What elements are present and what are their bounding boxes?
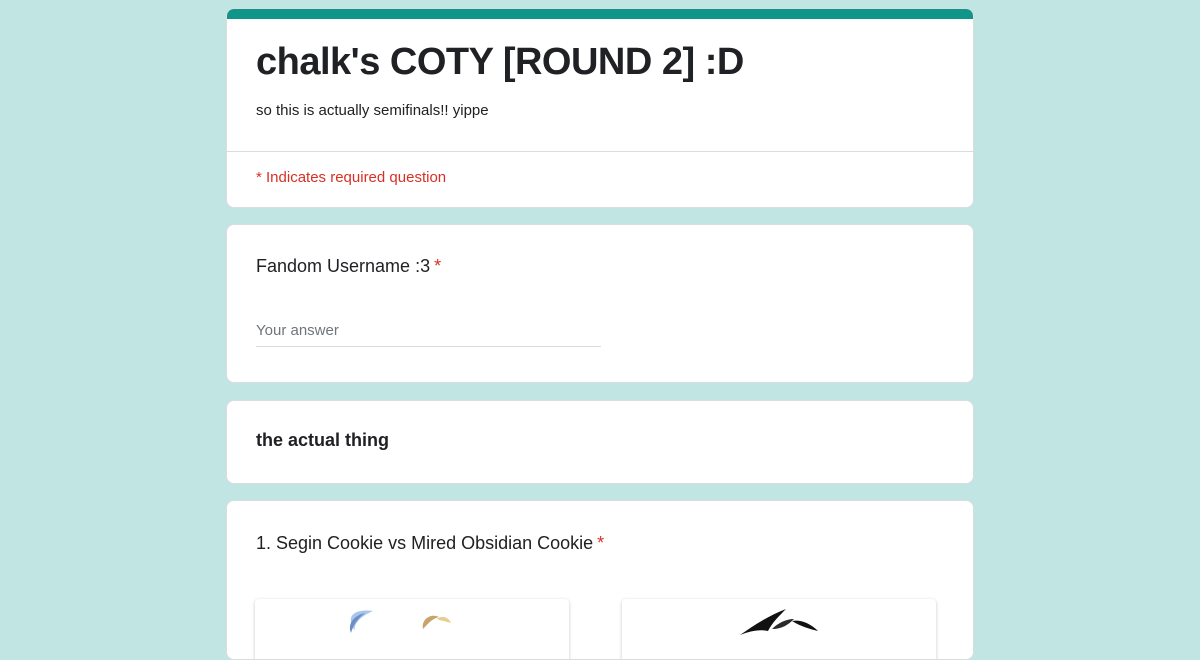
header-accent-bar xyxy=(227,9,973,19)
form-description: so this is actually semifinals!! yippe xyxy=(256,102,489,119)
question-card-username: Fandom Username :3 * xyxy=(226,224,974,383)
required-note: * Indicates required question xyxy=(256,169,447,186)
section-title: the actual thing xyxy=(256,430,390,450)
form-title: chalk's COTY [ROUND 2] :D xyxy=(256,41,744,83)
question-label: 1. Segin Cookie vs Mired Obsidian Cookie… xyxy=(256,533,604,554)
question-text: 1. Segin Cookie vs Mired Obsidian Cookie xyxy=(256,533,594,553)
section-header-card: the actual thing xyxy=(226,400,974,484)
required-star: * xyxy=(597,533,605,553)
username-answer-input[interactable] xyxy=(256,315,601,347)
question-label: Fandom Username :3 * xyxy=(256,256,441,277)
question-card-matchup-1: 1. Segin Cookie vs Mired Obsidian Cookie… xyxy=(226,500,974,660)
header-divider xyxy=(227,151,973,152)
required-star: * xyxy=(434,256,442,276)
question-text: Fandom Username :3 xyxy=(256,256,431,276)
form-header-card: chalk's COTY [ROUND 2] :D so this is act… xyxy=(226,8,974,208)
